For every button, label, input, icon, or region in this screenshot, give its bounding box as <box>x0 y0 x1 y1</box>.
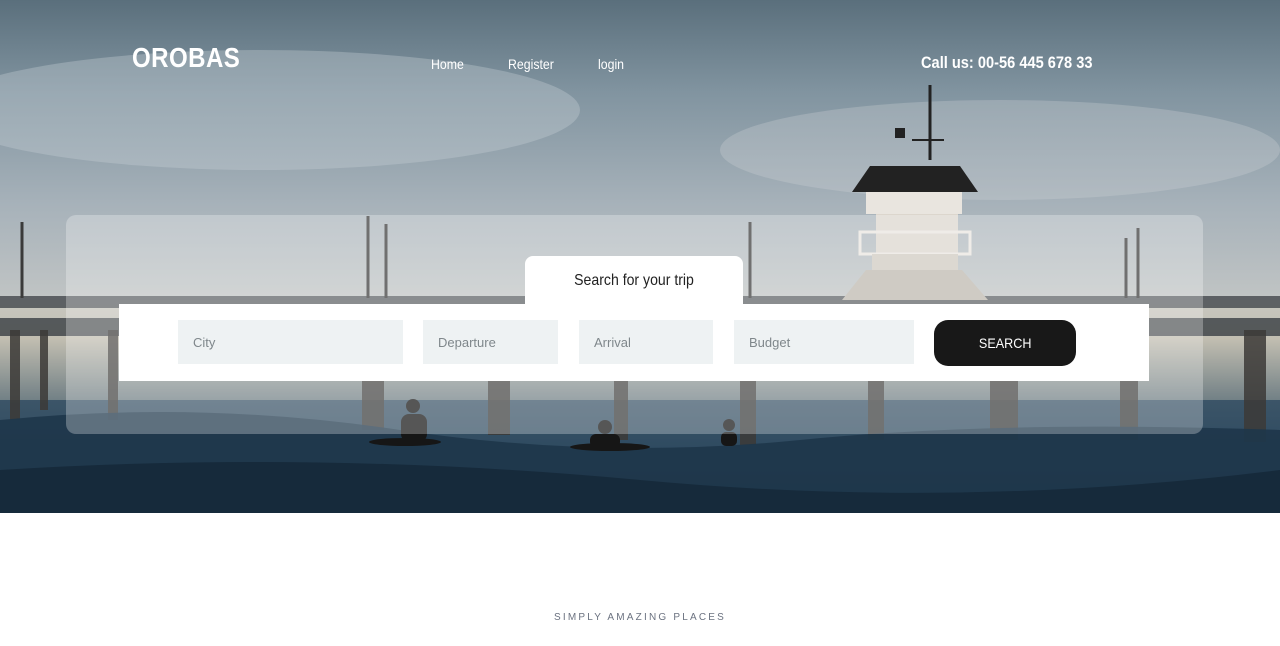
contact-phone: Call us: 00-56 445 678 33 <box>921 53 1093 72</box>
nav-link-register[interactable]: Register <box>508 56 554 72</box>
search-button-label: SEARCH <box>978 335 1032 351</box>
section-kicker: SIMPLY AMAZING PLACES <box>554 612 726 623</box>
arrival-input[interactable] <box>579 320 713 364</box>
budget-input[interactable] <box>734 320 914 364</box>
city-input[interactable] <box>178 320 403 364</box>
nav-link-login[interactable]: login <box>598 56 624 72</box>
brand-logo[interactable]: OROBAS <box>132 42 240 74</box>
trip-search-form: SEARCH <box>119 304 1149 381</box>
search-tab[interactable]: Search for your trip <box>525 256 743 306</box>
departure-input[interactable] <box>423 320 558 364</box>
nav-link-home[interactable]: Home <box>431 56 464 72</box>
search-button[interactable]: SEARCH <box>934 320 1076 366</box>
search-tab-label: Search for your trip <box>574 272 694 289</box>
